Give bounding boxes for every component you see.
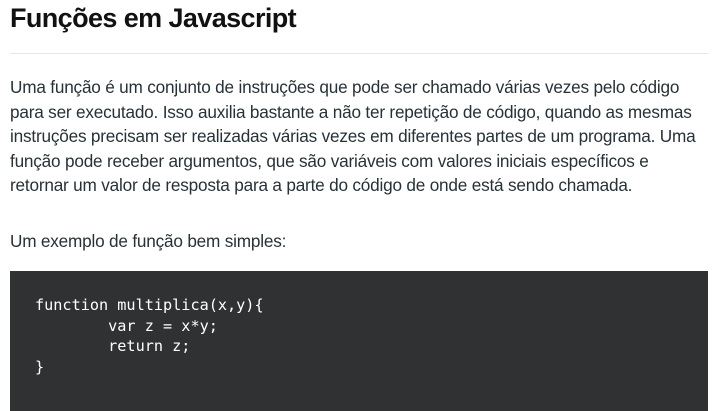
code-line: function multiplica(x,y){: [35, 296, 264, 314]
code-line: }: [35, 357, 45, 376]
code-block: function multiplica(x,y){ var z = x*y; r…: [10, 271, 708, 411]
title-divider: [10, 53, 708, 54]
page-title: Funções em Javascript: [10, 3, 297, 33]
code-line: var z = x*y;: [35, 316, 218, 335]
code-line: return z;: [35, 337, 191, 355]
example-lead-text: Um exemplo de função bem simples:: [10, 231, 287, 251]
intro-paragraph: Uma função é um conjunto de instruções q…: [10, 77, 696, 196]
